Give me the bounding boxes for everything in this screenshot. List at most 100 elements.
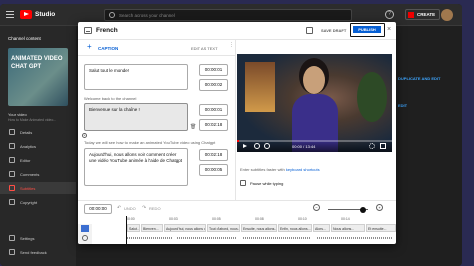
menu-icon[interactable] (6, 11, 14, 18)
search-input[interactable]: Search across your channel (104, 9, 352, 21)
undo-icon[interactable]: ↶ (117, 206, 121, 211)
fullscreen-icon[interactable] (380, 143, 386, 149)
pause-while-typing-option[interactable]: Pause while typing (240, 180, 320, 188)
sidebar-item-label: Comments (20, 171, 40, 177)
background-panel (396, 26, 462, 266)
tick-label: 00:05 (212, 217, 221, 221)
audio-waveform-track (93, 234, 396, 242)
rewind-icon[interactable] (254, 143, 260, 149)
subtitle-editor-dialog: French SAVE DRAFT PUBLISH × + CAPTION ED… (78, 22, 396, 244)
sidebar-item-label: Editor (20, 157, 31, 163)
player-controls: 00:00 / 13:44 (237, 140, 392, 152)
sidebar-item-settings[interactable]: Settings (0, 232, 76, 244)
sidebar-item-analytics[interactable]: Analytics (0, 140, 76, 152)
help-icon[interactable]: ? (385, 10, 394, 19)
pause-while-typing-label: Pause while typing (250, 180, 284, 186)
search-placeholder: Search across your channel (119, 12, 175, 18)
timeline-playhead[interactable] (126, 216, 127, 244)
add-caption-button[interactable]: CAPTION (98, 46, 118, 51)
keyboard-shortcuts-link[interactable]: keyboard shortcuts (286, 167, 320, 172)
sidebar-item-copyright[interactable]: Copyright (0, 196, 76, 208)
zoom-out-icon[interactable]: − (313, 204, 320, 211)
your-video-label: Your video (8, 112, 27, 117)
caption-segment[interactable]: Alors... (313, 224, 330, 232)
timeline-current-time[interactable]: 00:00:00 (84, 204, 112, 214)
create-video-icon (408, 11, 414, 18)
tick-label: 00:03 (169, 217, 178, 221)
delete-caption-icon[interactable]: 🗑 (190, 124, 196, 130)
video-player[interactable]: 00:00 / 13:44 (237, 54, 392, 152)
caption-track: Salut... Bienven... Aujourd'hui, nous al… (93, 224, 396, 232)
caption-start-time[interactable]: 00:02:18 (199, 149, 228, 161)
caption-text-field[interactable]: Salut tout le monde! (84, 64, 188, 90)
caption-segment[interactable]: Et ensuite... (366, 224, 396, 232)
caption-start-time[interactable]: 00:00:01 (199, 104, 228, 116)
caption-start-time[interactable]: 00:00:01 (199, 64, 228, 76)
caption-end-time[interactable]: 00:00:02 (199, 79, 228, 91)
dialog-header: French SAVE DRAFT PUBLISH × (78, 22, 396, 40)
audio-waveform (127, 237, 173, 239)
caption-segment[interactable]: Bienven... (141, 224, 163, 232)
edit-link[interactable]: EDIT (398, 103, 407, 108)
youtube-logo-icon[interactable] (20, 10, 32, 19)
studio-logo-text: Studio (35, 11, 56, 18)
caption-segment[interactable]: Aujourd'hui, nous allons voir... (164, 224, 206, 232)
add-icon[interactable]: + (87, 43, 92, 51)
redo-button[interactable]: REDO (149, 206, 161, 211)
pencil-icon (9, 129, 15, 135)
sidebar-item-subtitles[interactable]: Subtitles (0, 182, 76, 194)
caption-text-field[interactable]: Bienvenue sur la chaîne ! (84, 103, 188, 131)
create-label: CREATE (417, 12, 436, 17)
channel-content-link[interactable]: Channel content (8, 36, 41, 41)
audio-waveform (243, 237, 311, 239)
track-icons (78, 224, 92, 244)
caption-hint: Today we will see how to make an animate… (84, 140, 216, 145)
progress-bar[interactable] (237, 140, 392, 142)
caption-end-time[interactable]: 00:00:05 (199, 164, 228, 176)
caption-text-field[interactable]: Aujourd'hui, nous allons voir comment cr… (84, 148, 188, 186)
publish-button[interactable]: PUBLISH (353, 26, 381, 33)
video-thumbnail[interactable]: ANIMATED VIDEO CHAT GPT (8, 48, 68, 106)
editor-icon (9, 157, 15, 163)
thumbnail-line-1: ANIMATED VIDEO (11, 56, 63, 62)
tick-label: 00:08 (255, 217, 264, 221)
create-button[interactable]: CREATE (405, 9, 441, 20)
zoom-in-icon[interactable]: + (376, 204, 383, 211)
caption-segment[interactable]: Salut... (127, 224, 140, 232)
undo-button[interactable]: UNDO (124, 206, 136, 211)
insert-caption-icon[interactable]: + (82, 133, 87, 138)
more-options-icon[interactable]: ⋮ (229, 43, 234, 48)
sidebar-item-editor[interactable]: Editor (0, 154, 76, 166)
forward-icon[interactable] (264, 143, 270, 149)
audio-track-icon (82, 235, 88, 241)
publish-button-highlight[interactable]: PUBLISH (350, 23, 385, 37)
caption-editor: + CAPTION EDIT AS TEXT ⋮ Salut tout le m… (78, 40, 236, 200)
sidebar-item-label: Analytics (20, 143, 37, 149)
sidebar-item-send-feedback[interactable]: Send feedback (0, 246, 76, 258)
feedback-icon[interactable] (306, 27, 313, 34)
save-draft-button[interactable]: SAVE DRAFT (321, 28, 346, 33)
sidebar-item-comments[interactable]: Comments (0, 168, 76, 180)
gear-icon[interactable] (369, 143, 375, 149)
sidebar-item-label: Details (20, 129, 33, 135)
gear-icon (9, 235, 15, 241)
thumbnail-line-2: CHAT GPT (11, 64, 42, 70)
caption-segment[interactable]: Nous allons... (331, 224, 365, 232)
redo-icon[interactable]: ↷ (142, 206, 146, 211)
caption-segment[interactable]: Tout d'abord, nous allons... (207, 224, 240, 232)
feedback-icon (9, 249, 15, 255)
caption-segment[interactable]: Ensuite, nous allons... (241, 224, 277, 232)
caption-segment[interactable]: Enfin, nous allons... (278, 224, 312, 232)
progress-fill (237, 140, 239, 142)
avatar[interactable] (441, 9, 453, 21)
pause-while-typing-checkbox[interactable] (240, 180, 246, 186)
close-icon[interactable]: × (387, 26, 391, 33)
sidebar-item-details[interactable]: Details (0, 126, 76, 138)
caption-toolbar: + CAPTION EDIT AS TEXT ⋮ (78, 40, 236, 56)
caption-end-time[interactable]: 00:02:18 (199, 119, 228, 131)
tick-label: 00:14 (341, 217, 350, 221)
play-icon[interactable] (243, 144, 247, 148)
duplicate-and-edit-link[interactable]: DUPLICATE AND EDIT (398, 76, 440, 81)
edit-as-text-button[interactable]: EDIT AS TEXT (191, 46, 218, 51)
zoom-slider-handle[interactable] (360, 206, 366, 213)
